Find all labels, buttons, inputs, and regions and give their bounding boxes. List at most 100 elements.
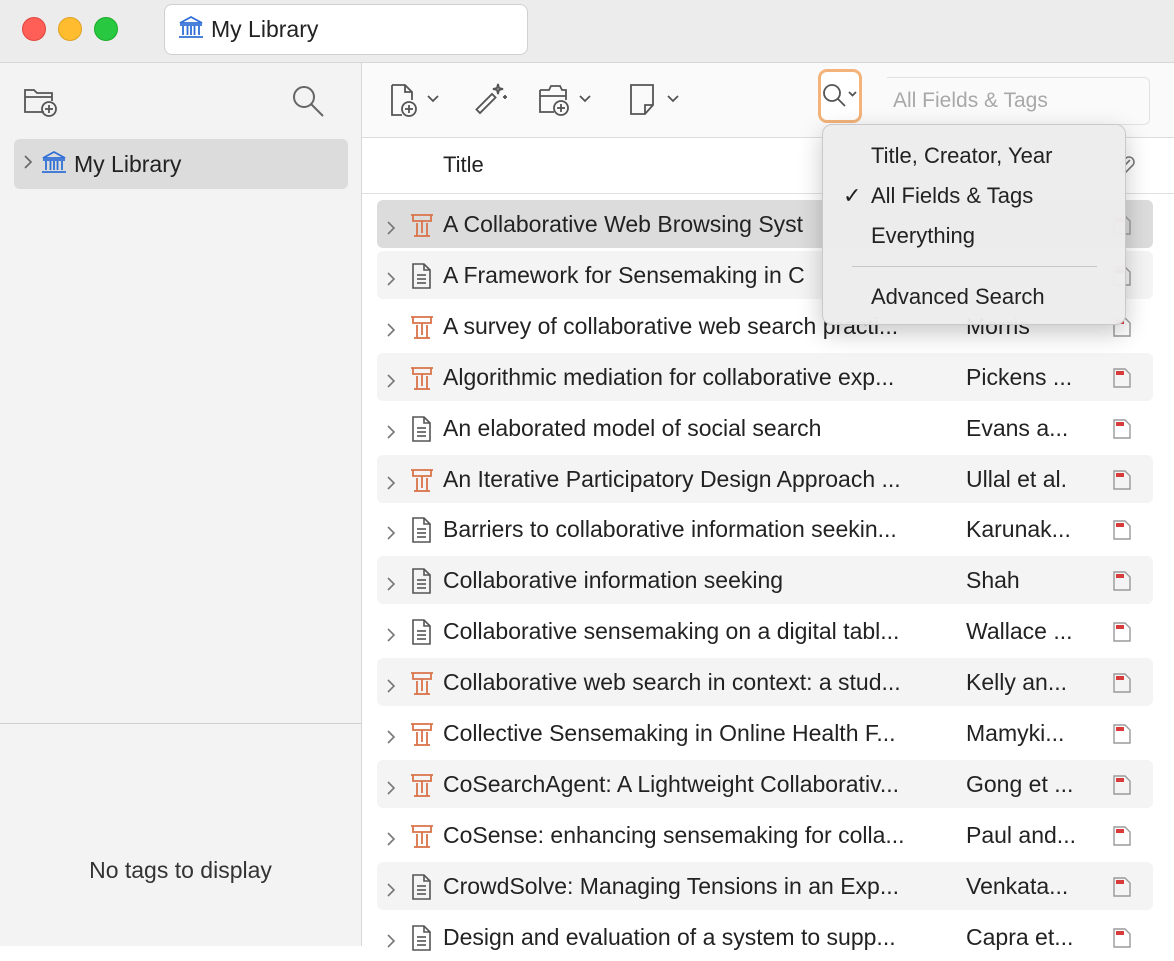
item-creator: Venkata... <box>966 872 1069 899</box>
item-row[interactable]: Barriers to collaborative information se… <box>377 505 1153 553</box>
item-creator: Shah <box>966 567 1020 594</box>
item-row[interactable]: An Iterative Participatory Design Approa… <box>377 454 1153 503</box>
document-icon <box>409 618 433 652</box>
presentation-icon <box>409 720 435 754</box>
chevron-right-icon[interactable] <box>385 724 397 751</box>
chevron-right-icon[interactable] <box>385 368 397 395</box>
presentation-icon <box>409 313 435 347</box>
pdf-attachment-icon[interactable] <box>1111 620 1133 650</box>
item-row[interactable]: Design and evaluation of a system to sup… <box>377 913 1153 961</box>
add-attachment-icon <box>539 85 591 116</box>
presentation-icon <box>409 364 435 398</box>
close-window-button[interactable] <box>22 17 46 41</box>
pdf-attachment-icon[interactable] <box>1111 518 1133 548</box>
presentation-icon <box>409 211 435 245</box>
pdf-attachment-icon[interactable] <box>1111 824 1133 854</box>
item-row[interactable]: CrowdSolve: Managing Tensions in an Exp.… <box>377 861 1153 910</box>
chevron-right-icon[interactable] <box>385 520 397 547</box>
new-item-button[interactable] <box>386 77 446 123</box>
chevron-right-icon[interactable] <box>385 266 397 293</box>
library-tab[interactable]: My Library <box>164 4 528 55</box>
new-note-attachment-button[interactable] <box>536 77 598 123</box>
chevron-right-icon[interactable] <box>385 928 397 955</box>
presentation-icon <box>409 771 435 805</box>
menu-item-title-creator-year[interactable]: Title, Creator, Year <box>823 137 1127 175</box>
search-mode-button[interactable] <box>818 69 862 123</box>
item-creator: Evans a... <box>966 414 1069 441</box>
document-icon <box>409 415 433 449</box>
item-creator: Kelly an... <box>966 669 1067 696</box>
pdf-attachment-icon[interactable] <box>1111 417 1133 447</box>
chevron-right-icon[interactable] <box>385 419 397 446</box>
item-title: CoSense: enhancing sensemaking for colla… <box>443 821 905 848</box>
chevron-right-icon[interactable] <box>385 317 397 344</box>
search-field[interactable] <box>887 77 1150 125</box>
item-title: Design and evaluation of a system to sup… <box>443 923 896 950</box>
search-icon <box>293 86 324 117</box>
document-icon <box>409 567 433 601</box>
pdf-attachment-icon[interactable] <box>1111 671 1133 701</box>
column-title-header[interactable]: Title <box>443 152 484 178</box>
item-title: Collective Sensemaking in Online Health … <box>443 720 896 746</box>
chevron-right-icon[interactable] <box>385 877 397 904</box>
item-row[interactable]: Collaborative information seeking Shah <box>377 556 1153 605</box>
magic-wand-icon <box>475 83 507 115</box>
new-collection-button[interactable] <box>20 81 60 121</box>
menu-item-advanced-search[interactable]: Advanced Search <box>823 278 1127 316</box>
search-input[interactable] <box>887 88 1145 114</box>
item-row[interactable]: Collective Sensemaking in Online Health … <box>377 709 1153 757</box>
chevron-right-icon[interactable] <box>385 775 397 802</box>
collections-pane: My Library No tags to display <box>0 63 362 946</box>
pdf-attachment-icon[interactable] <box>1111 722 1133 752</box>
menu-item-label: Everything <box>871 223 975 248</box>
library-icon <box>40 149 68 180</box>
menu-item-all-fields-tags[interactable]: ✓ All Fields & Tags <box>823 177 1127 215</box>
zoom-window-button[interactable] <box>94 17 118 41</box>
pdf-attachment-icon[interactable] <box>1111 569 1133 599</box>
tab-title: My Library <box>211 16 319 42</box>
pdf-attachment-icon[interactable] <box>1111 773 1133 803</box>
new-note-button[interactable] <box>626 77 686 123</box>
pdf-attachment-icon[interactable] <box>1111 366 1133 396</box>
item-title: Barriers to collaborative information se… <box>443 516 897 543</box>
item-row[interactable]: Collaborative web search in context: a s… <box>377 658 1153 707</box>
pdf-attachment-icon[interactable] <box>1111 926 1133 956</box>
menu-item-label: Title, Creator, Year <box>871 143 1053 168</box>
item-row[interactable]: Collaborative sensemaking on a digital t… <box>377 607 1153 655</box>
pdf-attachment-icon[interactable] <box>1111 468 1133 498</box>
item-row[interactable]: CoSense: enhancing sensemaking for colla… <box>377 811 1153 859</box>
item-row[interactable]: Algorithmic mediation for collaborative … <box>377 352 1153 401</box>
document-icon <box>409 516 433 550</box>
item-creator: Paul and... <box>966 821 1076 848</box>
pdf-attachment-icon[interactable] <box>1111 875 1133 905</box>
item-title: An elaborated model of social search <box>443 414 822 441</box>
chevron-right-icon[interactable] <box>385 571 397 598</box>
item-row[interactable]: CoSearchAgent: A Lightweight Collaborati… <box>377 759 1153 808</box>
chevron-right-icon[interactable] <box>22 154 34 175</box>
chevron-right-icon[interactable] <box>385 673 397 700</box>
item-row[interactable]: An elaborated model of social search Evan… <box>377 404 1153 452</box>
item-title: Collaborative information seeking <box>443 567 784 594</box>
menu-item-label: Advanced Search <box>871 284 1045 309</box>
new-collection-icon <box>24 89 57 117</box>
menu-item-everything[interactable]: Everything <box>823 217 1127 255</box>
chevron-right-icon[interactable] <box>385 215 397 242</box>
note-icon <box>630 84 679 115</box>
tag-pane-divider[interactable] <box>0 723 361 724</box>
collection-search-button[interactable] <box>286 79 330 123</box>
document-icon <box>409 262 433 296</box>
chevron-right-icon[interactable] <box>385 470 397 497</box>
presentation-icon <box>409 669 435 703</box>
item-creator: Pickens ... <box>966 363 1073 390</box>
item-creator: Gong et ... <box>966 770 1074 797</box>
add-by-identifier-button[interactable] <box>470 77 510 123</box>
item-title: CoSearchAgent: A Lightweight Collaborati… <box>443 770 900 797</box>
chevron-right-icon[interactable] <box>385 622 397 649</box>
presentation-icon <box>409 822 435 856</box>
collection-my-library[interactable]: My Library <box>14 139 348 189</box>
chevron-right-icon[interactable] <box>385 826 397 853</box>
collection-label: My Library <box>74 150 182 177</box>
item-title: Collaborative web search in context: a s… <box>443 669 901 696</box>
title-bar: My Library <box>0 0 1174 63</box>
minimize-window-button[interactable] <box>58 17 82 41</box>
